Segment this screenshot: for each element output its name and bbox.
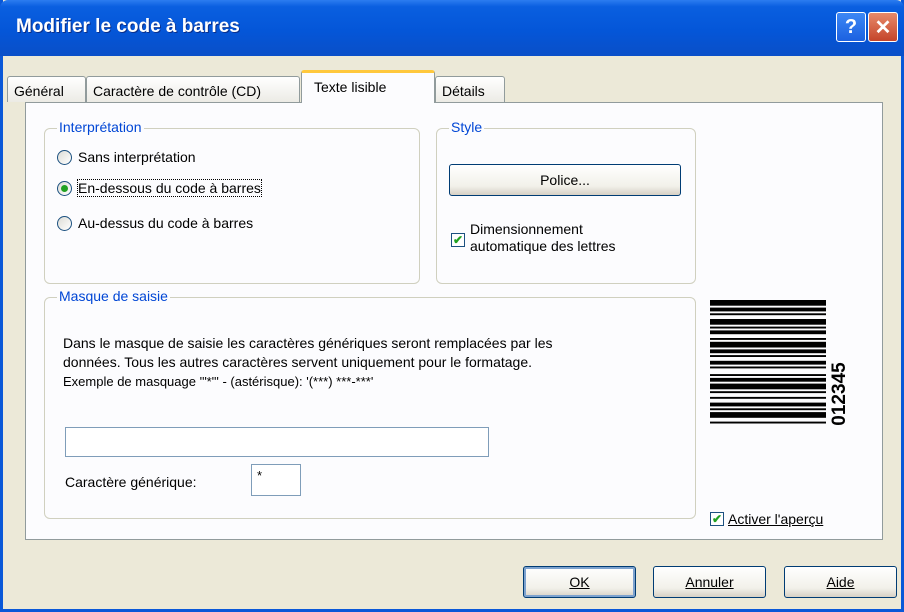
cancel-label: Annuler <box>685 574 734 590</box>
wildcard-field[interactable]: * <box>251 464 301 496</box>
tab-panel: Interprétation Sans interprétation En-de… <box>25 102 883 540</box>
window-title: Modifier le code à barres <box>16 16 240 37</box>
radio-button-selected[interactable] <box>57 180 72 196</box>
barcode-bar <box>710 366 826 369</box>
preview-checkbox-label: Activer l'aperçu <box>728 511 824 527</box>
help-button[interactable]: Aide <box>784 566 897 598</box>
ok-label: OK <box>569 574 590 590</box>
radio-button[interactable] <box>57 215 72 231</box>
radio-button[interactable] <box>57 149 72 165</box>
barcode-bar <box>710 330 826 335</box>
radio-above-barcode[interactable]: Au-dessus du code à barres <box>57 215 253 231</box>
checkmark-icon: ✔ <box>452 233 464 247</box>
barcode-bars <box>710 300 826 424</box>
input-mask-field[interactable] <box>65 427 489 457</box>
input-mask-legend: Masque de saisie <box>57 288 170 304</box>
tab-details[interactable]: Détails <box>435 76 505 102</box>
tab-label: Détails <box>442 83 485 99</box>
tab-readable-text[interactable]: Texte lisible <box>301 70 435 103</box>
help-title-button[interactable]: ? <box>836 12 866 42</box>
barcode-bar <box>710 412 826 418</box>
barcode-bar <box>710 374 826 376</box>
barcode-bar <box>710 355 826 357</box>
barcode-bar <box>710 383 826 390</box>
font-button-label: Police... <box>540 172 590 188</box>
auto-size-label-line2: automatique des lettres <box>470 238 616 254</box>
barcode-bar <box>710 300 826 306</box>
title-bar[interactable]: Modifier le code à barres ? ✕ <box>0 0 904 56</box>
interpretation-legend: Interprétation <box>57 119 144 135</box>
radio-label: En-dessous du code à barres <box>77 179 262 197</box>
barcode-bar <box>710 338 826 340</box>
auto-size-label: Dimensionnement automatique des lettres <box>470 221 616 255</box>
radio-no-interpretation[interactable]: Sans interprétation <box>57 149 196 165</box>
barcode-bar <box>710 421 826 424</box>
close-button[interactable]: ✕ <box>868 12 898 42</box>
barcode-human-text: 012345 <box>829 362 850 426</box>
auto-size-checkbox[interactable]: ✔ <box>451 233 465 247</box>
description-line: données. Tous les autres caractères serv… <box>63 354 533 370</box>
barcode-bar <box>710 313 826 316</box>
barcode-preview: 012345 <box>710 300 850 426</box>
barcode-bar <box>710 341 826 348</box>
question-mark-icon: ? <box>844 15 858 38</box>
preview-checkbox-row[interactable]: ✔ Activer l'aperçu <box>710 511 823 527</box>
radio-label: Au-dessus du code à barres <box>78 215 254 231</box>
wildcard-label: Caractère générique: <box>65 474 197 490</box>
description-line: Dans le masque de saisie les caractères … <box>63 335 553 351</box>
barcode-bar <box>710 326 826 329</box>
input-mask-group: Masque de saisie Dans le masque de saisi… <box>44 288 696 519</box>
barcode-bar <box>710 360 826 365</box>
dialog-window: Modifier le code à barres ? ✕ Général Ca… <box>0 0 904 612</box>
style-legend: Style <box>449 119 485 135</box>
description-line: Exemple de masquage '"*"' - (astérisque)… <box>63 374 374 389</box>
barcode-bar <box>710 402 826 407</box>
radio-label: Sans interprétation <box>78 149 196 165</box>
barcode-bar <box>710 377 826 382</box>
barcode-bar <box>710 307 826 312</box>
tab-control-character[interactable]: Caractère de contrôle (CD) <box>86 76 300 102</box>
barcode-bar <box>710 408 826 411</box>
preview-checkbox[interactable]: ✔ <box>710 512 724 526</box>
radio-below-barcode[interactable]: En-dessous du code à barres <box>57 179 262 197</box>
style-group: Style Police... ✔ Dimensionnement automa… <box>436 119 696 284</box>
interpretation-group: Interprétation Sans interprétation En-de… <box>44 119 420 284</box>
tab-general[interactable]: Général <box>7 76 86 102</box>
cancel-button[interactable]: Annuler <box>653 566 766 598</box>
checkmark-icon: ✔ <box>711 512 723 526</box>
auto-size-checkbox-row[interactable]: ✔ Dimensionnement automatique des lettre… <box>451 221 616 255</box>
ok-button[interactable]: OK <box>523 566 636 598</box>
barcode-bar <box>710 391 826 394</box>
auto-size-label-line1: Dimensionnement <box>470 221 583 237</box>
tab-label: Caractère de contrôle (CD) <box>93 83 262 99</box>
barcode-bar <box>710 396 826 399</box>
font-button[interactable]: Police... <box>449 164 681 196</box>
tab-label: Texte lisible <box>314 79 387 95</box>
barcode-bar <box>710 349 826 354</box>
close-icon: ✕ <box>874 16 892 39</box>
barcode-bar <box>710 319 826 325</box>
tab-label: Général <box>14 83 64 99</box>
input-mask-description: Dans le masque de saisie les caractères … <box>63 334 703 391</box>
help-label: Aide <box>826 574 855 590</box>
